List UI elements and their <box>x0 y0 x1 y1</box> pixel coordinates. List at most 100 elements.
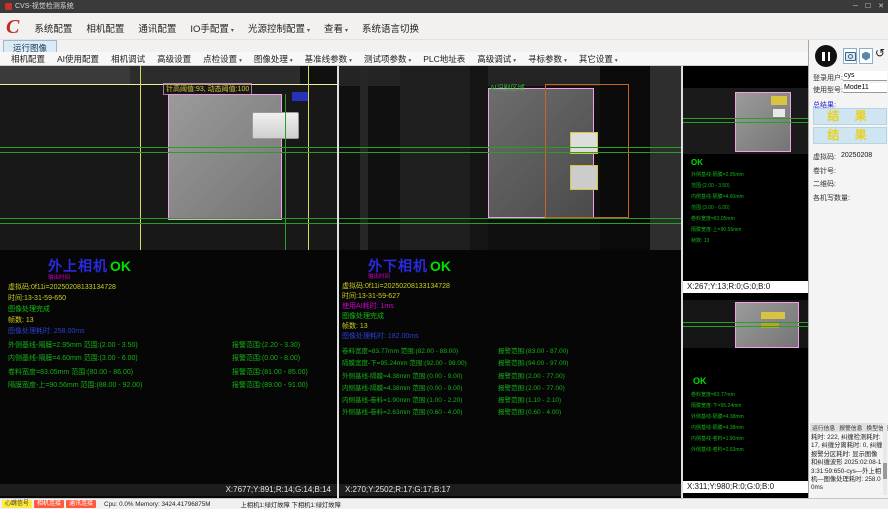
ok-status: OK <box>693 376 707 386</box>
measurement-row: 外侧基线-卷料=2.63mm 范围:(0.60 - 4.00) 报警范围:(0.6… <box>342 406 678 418</box>
toolbar-item[interactable]: 基准线参数▾ <box>299 53 358 65</box>
thumb-measurement: 卷料宽度=83.05mm <box>691 214 744 225</box>
model-input[interactable] <box>843 83 887 93</box>
menu-item[interactable]: IO手配置▾ <box>183 20 241 36</box>
baseline <box>683 122 808 123</box>
thumb-measurement: 外侧基线-卷料=2.63mm <box>691 445 744 456</box>
baseline <box>339 147 681 148</box>
toolbar-item[interactable]: 测试项参数▾ <box>358 53 417 65</box>
info-tab[interactable]: 运行信息 <box>812 423 835 432</box>
chevron-down-icon: ▾ <box>290 58 293 64</box>
thumb2-image <box>683 300 808 348</box>
menu-item[interactable]: 光源控制配置▾ <box>241 20 317 36</box>
menu-item-label: 查看 <box>324 24 343 35</box>
toolbar-item-label: 相机调试 <box>111 54 145 64</box>
pause-icon <box>828 52 831 61</box>
login-user-label: 登录用户: <box>813 73 843 83</box>
blue-marker <box>292 92 308 101</box>
measurement-row: 内侧基线-卷料=1.90mm 范围:(1.00 - 2.20)报警范围:(1.1… <box>342 394 678 406</box>
process-time: 图像处理耗时: 258.00ms <box>8 326 85 336</box>
virtual-code-value: 20250208 <box>841 152 872 159</box>
minimize-button[interactable]: ─ <box>853 3 858 10</box>
toolbar-item[interactable]: PLC地址表 <box>417 53 471 65</box>
result-box-1: 结 果 <box>813 108 887 125</box>
menu-item[interactable]: 查看▾ <box>317 20 355 36</box>
toolbar-item-label: 相机配置 <box>11 54 45 64</box>
alarm-range: 报警范围:(0.60 - 4.00) <box>498 406 561 416</box>
status-badge: 心跳信号 <box>2 500 32 508</box>
alarm-range: 报警范围:(81.00 - 85.00) <box>232 367 308 377</box>
close-button[interactable]: ✕ <box>878 3 884 10</box>
maximize-button[interactable]: ☐ <box>865 3 871 10</box>
alarm-range: 报警范围:(83.00 - 87.00) <box>498 345 568 355</box>
capture-time: 时间:13-31-59-650 <box>8 293 66 303</box>
pin-number-label: 卷针号: <box>813 166 836 176</box>
pause-button[interactable] <box>815 45 837 67</box>
pixel-coords: X:7677;Y:891;R:14;G:14;B:14 <box>0 484 337 496</box>
measurement-list: 外侧基线-隔膜=2.95mm 范围:(2.00 - 3.50)报警范围:(2.2… <box>8 340 333 394</box>
toolbar-item-label: 高级调试 <box>477 54 511 64</box>
overlay-highlight <box>771 96 787 105</box>
window-title: CVS-视觉检测系统 <box>15 3 74 10</box>
toolbar-item[interactable]: 高级调试▾ <box>471 53 522 65</box>
menu-item-label: 系统配置 <box>34 24 72 35</box>
toolbar-item[interactable]: 点检设置▾ <box>197 53 248 65</box>
toolbar-item[interactable]: 相机调试 <box>105 53 151 65</box>
baseline <box>339 152 681 153</box>
menu-item[interactable]: 系统语言切换 <box>355 20 426 36</box>
toolbar-item[interactable]: 高级设置 <box>151 53 197 65</box>
monitor-button[interactable] <box>859 48 873 64</box>
thumb-measurement: 范围:(2.00 - 3.50) <box>691 181 744 192</box>
scrollbar-thumb[interactable] <box>883 463 887 479</box>
middle-camera-panel: AI识别区域 外下相机OK 输出时间 虚拟码:0f11i=20250208133… <box>339 66 681 498</box>
thumb-measurement: 隔膜宽度-下=95.24mm <box>691 401 744 412</box>
measurement-row: 隔膜宽度-上=90.56mm 范围:(88.00 - 92.00)报警范围:(8… <box>8 380 333 393</box>
toolbar-item[interactable]: 相机配置 <box>5 53 51 65</box>
measurement-row: 卷料宽度=83.77mm 范围:(82.00 - 88.00)报警范围:(83.… <box>342 345 678 357</box>
connector-part <box>252 112 299 139</box>
thumb-measurement: 内侧基线-卷料=1.90mm <box>691 434 744 445</box>
toolbar-item-label: 点检设置 <box>203 54 237 64</box>
main-view: 针高阈值:93, 动态阈值:100 外上相机OK 输出时间 虚拟码:0f11i=… <box>0 66 808 498</box>
baseline <box>683 326 808 327</box>
info-tab[interactable]: 报警信息 <box>839 423 862 432</box>
menu-item[interactable]: 通讯配置 <box>131 20 183 36</box>
measurement-value: 内侧基线-隔膜=4.38mm 范围:(0.00 - 9.00) <box>342 385 462 392</box>
measurement-value: 外侧基线-隔膜=2.95mm 范围:(2.00 - 3.50) <box>8 342 138 349</box>
measurement-value: 外侧基线-卷料=2.63mm 范围:(0.60 - 4.00) <box>342 409 462 416</box>
measurement-value: 卷料宽度=83.05mm 范围:(80.00 - 86.00) <box>8 369 133 376</box>
chevron-down-icon: ▾ <box>307 28 310 34</box>
thumb-measurement: 隔膜宽度-上=90.56mm <box>691 225 744 236</box>
toolbar-item-label: 基准线参数 <box>305 54 348 64</box>
measurement-list: 卷料宽度=83.77mm 范围:(82.00 - 88.00)报警范围:(83.… <box>342 345 678 419</box>
app-logo-icon: C <box>6 18 19 36</box>
camera-view-button[interactable] <box>843 48 857 64</box>
pixel-coords: X:311;Y:980;R:0;G:0;B:0 <box>683 481 808 493</box>
log-scrollbar[interactable] <box>883 423 887 495</box>
thumb1-image <box>683 88 808 154</box>
toolbar-item[interactable]: AI使用配置 <box>51 53 105 65</box>
thumb-measurement: 帧数: 13 <box>691 236 744 247</box>
camera-status-info: 上相机1:绿灯故障 下相机1:绿灯故障 <box>240 500 340 509</box>
toolbar-item[interactable]: 寻标参数▾ <box>522 53 573 65</box>
alarm-range: 报警范围:(0.00 - 8.00) <box>232 353 300 363</box>
machine-part <box>300 66 337 84</box>
camera-sub-label: 输出时间 <box>368 272 390 280</box>
baseline <box>0 218 337 219</box>
menu-item[interactable]: 相机配置 <box>79 20 131 36</box>
result-box-2: 结 果 <box>813 127 887 144</box>
menu-item[interactable]: 系统配置 <box>27 20 79 36</box>
virtual-code: 虚拟码:0f11i=20250208133134728 <box>342 281 450 291</box>
toolbar-item[interactable]: 其它设置▾ <box>573 53 624 65</box>
status-bar: 心跳信号相机连接通讯连接 Cpu: 0.0% Memory: 3424.4179… <box>0 498 888 509</box>
return-arrow-icon[interactable]: ↺ <box>875 46 885 60</box>
baseline <box>683 118 808 119</box>
camera-name: 外上相机 <box>48 258 108 274</box>
toolbar-item[interactable]: 图像处理▾ <box>248 53 299 65</box>
frame-count: 帧数: 13 <box>8 315 34 325</box>
measurement-value: 隔膜宽度-上=90.56mm 范围:(88.00 - 92.00) <box>8 382 142 389</box>
login-user-input[interactable] <box>843 71 887 81</box>
run-log: 耗时: 222, 纠缠检测耗时: 17, 纠缠分离耗时: 0, 纠缠报警分区耗时… <box>811 434 883 493</box>
status-badges: 心跳信号相机连接通讯连接 <box>2 500 96 508</box>
thumbnail-column: OK 外侧基线-隔膜=2.95mm范围:(2.00 - 3.50)内侧基线-隔膜… <box>683 66 808 498</box>
